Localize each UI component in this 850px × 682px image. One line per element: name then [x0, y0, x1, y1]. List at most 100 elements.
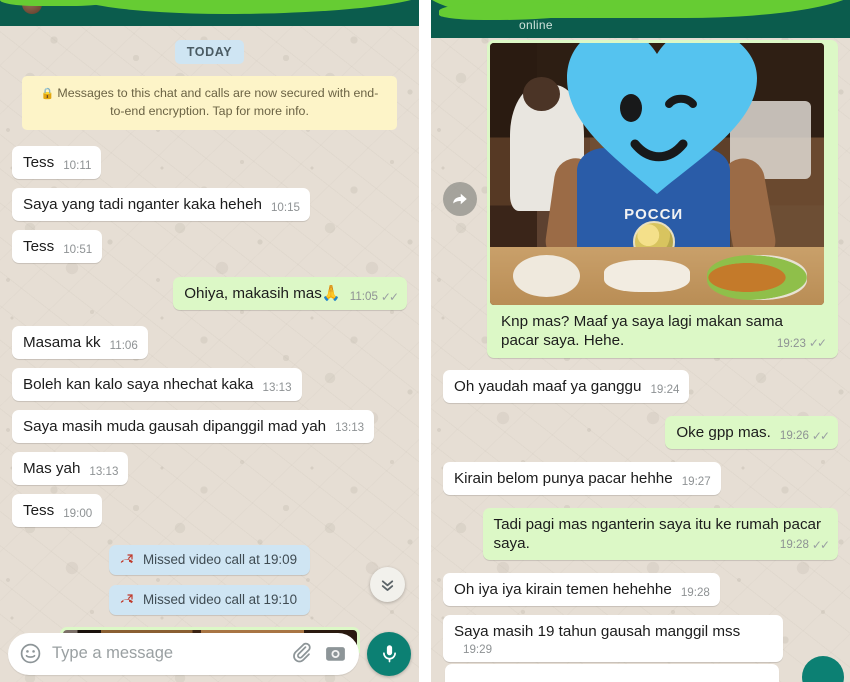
timestamp: 10:11 — [63, 159, 92, 173]
message-text: Oh yaudah maaf ya ganggu — [454, 377, 642, 395]
message-input-bar: Type a message — [0, 630, 419, 682]
message-text: Mas yah — [23, 459, 81, 477]
timestamp: 19:00 — [63, 507, 93, 521]
timestamp: 19:28 — [779, 538, 809, 552]
timestamp: 13:13 — [335, 420, 365, 434]
image-message-bubble[interactable]: POCCИ Knp mas? Maaf ya saya lagi makan s… — [487, 40, 838, 358]
day-divider: TODAY — [12, 40, 407, 64]
timestamp: 13:13 — [89, 465, 119, 479]
message-meta: 11:05 ✓✓ — [349, 289, 399, 305]
forward-message-button[interactable] — [443, 181, 477, 216]
message-meta: 10:15 — [271, 201, 300, 215]
message-meta: 13:13 — [263, 381, 292, 395]
chat-header-right: online — [431, 0, 850, 38]
search-input[interactable]: Type a message — [52, 644, 281, 663]
call-row: Missed video call at 19:09 — [12, 544, 407, 575]
double-chevron-down-icon — [381, 580, 394, 591]
message-meta: 13:13 — [89, 465, 118, 479]
message-row: Masama kk 11:06 — [12, 325, 407, 359]
message-meta: 19:28 — [681, 586, 710, 600]
photo-plate — [513, 255, 581, 298]
voice-record-button-partial[interactable] — [802, 656, 844, 682]
emoji-smiley-icon[interactable] — [19, 642, 42, 665]
message-text: Ohiya, makasih mas🙏 — [184, 284, 341, 302]
left-chat-panel: TODAY 🔒 Messages to this chat and calls a… — [0, 0, 419, 682]
message-bubble-incoming[interactable]: Tess 10:51 — [12, 229, 103, 263]
message-text: Masama kk — [23, 333, 101, 351]
message-row: Oke gpp mas. 19:26 ✓✓ — [443, 415, 838, 449]
missed-video-call-icon — [120, 594, 133, 604]
message-text: Saya masih muda gausah dipanggil mad yah — [23, 417, 327, 435]
encryption-notice[interactable]: 🔒 Messages to this chat and calls are now… — [22, 76, 397, 130]
message-meta: 13:13 — [335, 421, 364, 435]
message-text: Tess — [23, 501, 55, 519]
photo-plate — [603, 260, 691, 292]
read-receipt-icon: ✓✓ — [811, 428, 830, 443]
message-meta: 19:28 ✓✓ — [779, 537, 830, 553]
missed-call-bubble[interactable]: Missed video call at 19:10 — [108, 584, 311, 615]
message-text: Boleh kan kalo saya nhechat kaka — [23, 375, 254, 393]
scroll-to-bottom-button[interactable] — [370, 567, 405, 602]
message-row: Saya masih 19 tahun gausah manggil mss 1… — [443, 614, 838, 663]
voice-record-button[interactable] — [367, 631, 411, 676]
message-row: Oh iya iya kirain temen hehehhe 19:28 — [443, 572, 838, 606]
message-bubble-outgoing[interactable]: Tadi pagi mas nganterin saya itu ke ruma… — [482, 507, 838, 560]
message-bubble-partial[interactable] — [445, 664, 779, 682]
blue-heart-emoji — [567, 43, 757, 194]
timestamp: 10:51 — [63, 243, 93, 257]
forward-arrow-icon — [453, 193, 467, 205]
timestamp: 19:29 — [463, 642, 493, 656]
message-meta: 19:27 — [682, 475, 711, 489]
message-bubble-incoming[interactable]: Mas yah 13:13 — [12, 451, 129, 485]
timestamp: 13:13 — [262, 381, 292, 395]
photo-attachment[interactable]: POCCИ — [490, 43, 824, 305]
message-bubble-outgoing[interactable]: Ohiya, makasih mas🙏 11:05 ✓✓ — [173, 276, 407, 310]
redaction-scribble — [60, 0, 419, 14]
photo-background-person-head — [523, 77, 561, 112]
message-row: Tess 19:00 — [12, 493, 407, 527]
timestamp: 19:26 — [779, 429, 809, 443]
message-text: Saya masih 19 tahun gausah manggil mss — [454, 622, 741, 640]
message-text: Kirain belom punya pacar hehhe — [454, 469, 673, 487]
message-bubble-incoming[interactable]: Saya yang tadi nganter kaka heheh 10:15 — [12, 187, 310, 221]
right-chat-panel: online POCCИ Knp mas? Maaf ya saya lagi … — [431, 0, 850, 682]
message-text: Tess — [23, 153, 55, 171]
message-list-left[interactable]: TODAY 🔒 Messages to this chat and calls a… — [0, 26, 419, 682]
message-bubble-incoming[interactable]: Tess 19:00 — [12, 493, 103, 527]
lock-icon: 🔒 — [40, 88, 55, 100]
message-row: Tess 10:51 — [12, 229, 407, 263]
message-bubble-incoming[interactable]: Saya masih muda gausah dipanggil mad yah… — [12, 409, 375, 443]
message-meta: 19:26 ✓✓ — [779, 428, 830, 444]
panel-divider — [419, 0, 431, 682]
read-receipt-icon: ✓✓ — [808, 336, 827, 351]
message-bubble-outgoing[interactable]: Oke gpp mas. 19:26 ✓✓ — [665, 415, 838, 449]
message-text: Saya yang tadi nganter kaka heheh — [23, 195, 262, 213]
encryption-notice-text: Messages to this chat and calls are now … — [57, 86, 379, 118]
whatsapp-dual-screenshot: TODAY 🔒 Messages to this chat and calls a… — [0, 0, 850, 682]
message-list-right[interactable]: POCCИ Knp mas? Maaf ya saya lagi makan s… — [431, 38, 850, 682]
timestamp: 19:24 — [650, 383, 680, 397]
read-receipt-icon: ✓✓ — [811, 537, 830, 552]
timestamp: 19:27 — [681, 475, 711, 489]
message-bubble-incoming[interactable]: Saya masih 19 tahun gausah manggil mss 1… — [443, 614, 783, 663]
message-bubble-incoming[interactable]: Kirain belom punya pacar hehhe 19:27 — [443, 461, 721, 495]
message-row: Tess 10:11 — [12, 145, 407, 179]
message-bubble-incoming[interactable]: Oh yaudah maaf ya ganggu 19:24 — [443, 369, 690, 403]
message-row: Mas yah 13:13 — [12, 451, 407, 485]
message-bubble-incoming[interactable]: Tess 10:11 — [12, 145, 102, 179]
message-row: POCCИ Knp mas? Maaf ya saya lagi makan s… — [443, 40, 838, 358]
message-input-pill[interactable]: Type a message — [8, 632, 359, 675]
message-row: Ohiya, makasih mas🙏 11:05 ✓✓ — [12, 276, 407, 310]
message-meta: 19:29 — [463, 643, 492, 657]
timestamp: 11:05 — [349, 290, 378, 304]
camera-icon[interactable] — [324, 642, 347, 665]
message-bubble-incoming[interactable]: Masama kk 11:06 — [12, 325, 148, 359]
message-bubble-incoming[interactable]: Oh iya iya kirain temen hehehhe 19:28 — [443, 572, 720, 606]
message-bubble-incoming[interactable]: Boleh kan kalo saya nhechat kaka 13:13 — [12, 367, 302, 401]
missed-call-bubble[interactable]: Missed video call at 19:09 — [108, 544, 311, 575]
read-receipt-icon: ✓✓ — [380, 289, 399, 304]
message-meta: 10:51 — [63, 243, 92, 257]
paperclip-icon[interactable] — [291, 642, 314, 665]
image-caption: Knp mas? Maaf ya saya lagi makan sama pa… — [490, 305, 835, 358]
online-status: online — [519, 18, 553, 32]
